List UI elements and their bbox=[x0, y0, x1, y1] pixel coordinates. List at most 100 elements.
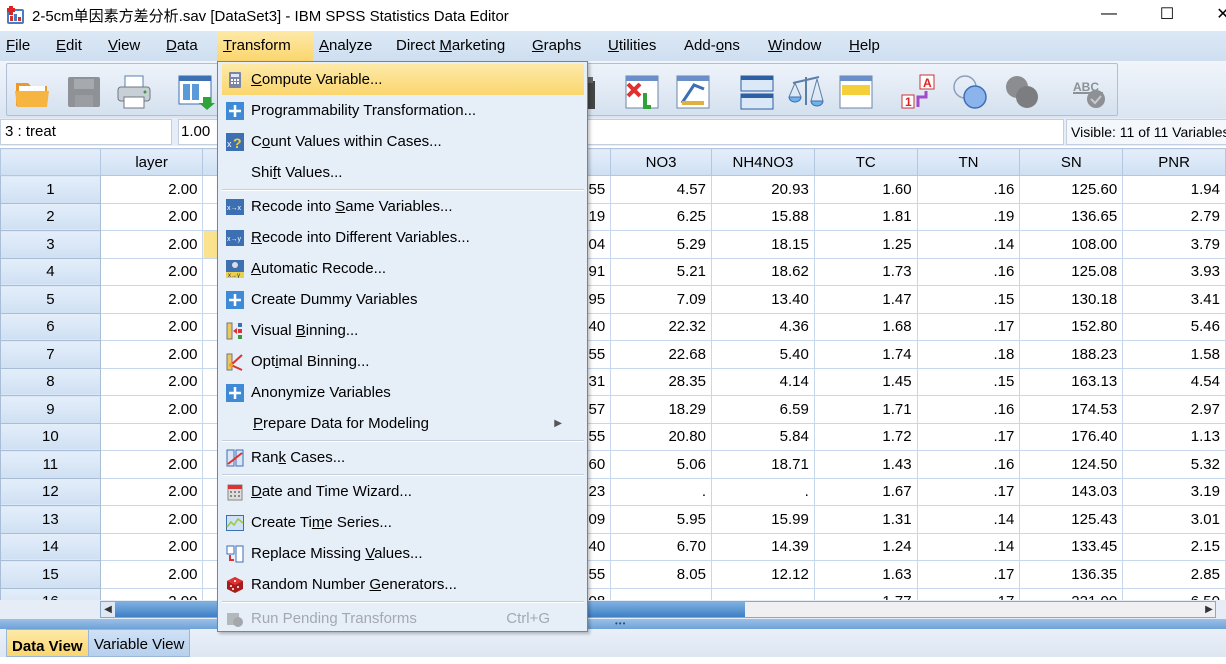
cell-no3[interactable]: 22.32 bbox=[610, 312, 712, 341]
cell-tc[interactable]: 1.73 bbox=[813, 257, 918, 286]
row-header[interactable]: 12 bbox=[0, 477, 101, 506]
cell-tn[interactable]: .17 bbox=[916, 560, 1021, 589]
cell-nh4no3[interactable]: 14.39 bbox=[710, 532, 815, 561]
cell-tc[interactable]: 1.74 bbox=[813, 340, 918, 369]
cell-nh4no3[interactable]: 5.84 bbox=[710, 422, 815, 451]
cell-pnr[interactable]: 5.46 bbox=[1122, 312, 1226, 341]
cell-sn[interactable]: 176.40 bbox=[1019, 422, 1124, 451]
cell-sn[interactable]: 163.13 bbox=[1019, 367, 1124, 396]
menu-item-replace-missing-values[interactable]: Replace Missing Values... bbox=[222, 538, 584, 569]
cell-nh4no3[interactable]: 18.71 bbox=[710, 450, 815, 479]
close-button[interactable]: ✕ bbox=[1200, 0, 1226, 28]
tab-variable-view[interactable]: Variable View bbox=[88, 629, 191, 657]
row-header[interactable]: 16 bbox=[0, 587, 101, 600]
cell-tc[interactable]: 1.24 bbox=[813, 532, 918, 561]
menu-graphs[interactable]: Graphs bbox=[526, 31, 587, 61]
cell-layer[interactable]: 2.00 bbox=[99, 532, 204, 561]
menu-help[interactable]: Help bbox=[843, 31, 886, 61]
menu-item-compute-variable[interactable]: Compute Variable... bbox=[222, 64, 584, 95]
cell-sn[interactable]: 125.60 bbox=[1019, 175, 1124, 204]
column-header-nh4no3[interactable]: NH4NO3 bbox=[710, 148, 815, 176]
cell-pnr[interactable]: 6.50 bbox=[1122, 587, 1226, 600]
cell-tn[interactable]: .19 bbox=[916, 202, 1021, 231]
cell-layer[interactable]: 2.00 bbox=[99, 367, 204, 396]
cell-nh4no3[interactable]: 12.12 bbox=[710, 560, 815, 589]
cell-no3[interactable]: 4.57 bbox=[610, 175, 712, 204]
menu-item-recode-into-different-variables[interactable]: x→y Recode into Different Variables... bbox=[222, 222, 584, 253]
show-all-variables-icon[interactable] bbox=[1003, 73, 1041, 111]
column-header-pnr[interactable]: PNR bbox=[1122, 148, 1226, 176]
cell-pnr[interactable]: 2.79 bbox=[1122, 202, 1226, 231]
cell-pnr[interactable]: 2.85 bbox=[1122, 560, 1226, 589]
cell-sn[interactable]: 125.43 bbox=[1019, 505, 1124, 534]
menu-item-rank-cases[interactable]: Rank Cases... bbox=[222, 442, 584, 473]
cell-layer[interactable]: 2.00 bbox=[99, 422, 204, 451]
cell-tn[interactable]: .16 bbox=[916, 450, 1021, 479]
menu-item-create-time-series[interactable]: Create Time Series... bbox=[222, 507, 584, 538]
cell-pnr[interactable]: 5.32 bbox=[1122, 450, 1226, 479]
cell-no3[interactable]: 18.29 bbox=[610, 395, 712, 424]
row-header[interactable]: 9 bbox=[0, 395, 101, 424]
column-header-layer[interactable]: layer bbox=[99, 148, 204, 176]
cell-sn[interactable]: 221.00 bbox=[1019, 587, 1124, 600]
cell-tn[interactable]: .14 bbox=[916, 230, 1021, 259]
row-header[interactable]: 4 bbox=[0, 257, 101, 286]
cell-pnr[interactable]: 2.15 bbox=[1122, 532, 1226, 561]
cell-tn[interactable]: .18 bbox=[916, 340, 1021, 369]
open-folder-icon[interactable] bbox=[13, 73, 51, 111]
cell-no3[interactable]: 5.06 bbox=[610, 450, 712, 479]
cell-layer[interactable]: 2.00 bbox=[99, 587, 204, 600]
cell-nh4no3[interactable]: 15.99 bbox=[710, 505, 815, 534]
cell-layer[interactable]: 2.00 bbox=[99, 230, 204, 259]
cell-sn[interactable]: 108.00 bbox=[1019, 230, 1124, 259]
cell-tn[interactable]: .17 bbox=[916, 587, 1021, 600]
row-header[interactable]: 3 bbox=[0, 230, 101, 259]
cell-pnr[interactable]: 3.41 bbox=[1122, 285, 1226, 314]
row-header[interactable]: 14 bbox=[0, 532, 101, 561]
cell-tn[interactable]: .15 bbox=[916, 367, 1021, 396]
cell-no3[interactable]: 22.68 bbox=[610, 340, 712, 369]
cell-tn[interactable]: .14 bbox=[916, 532, 1021, 561]
cell-layer[interactable]: 2.00 bbox=[99, 560, 204, 589]
menu-transform[interactable]: Transform bbox=[217, 31, 313, 61]
cell-layer[interactable]: 2.00 bbox=[99, 202, 204, 231]
select-cases-icon[interactable] bbox=[837, 73, 875, 111]
menu-item-visual-binning[interactable]: Visual Binning... bbox=[222, 315, 584, 346]
cell-layer[interactable]: 2.00 bbox=[99, 257, 204, 286]
cell-tc[interactable]: 1.60 bbox=[813, 175, 918, 204]
cell-nh4no3[interactable]: 20.93 bbox=[710, 175, 815, 204]
cell-tn[interactable]: .17 bbox=[916, 477, 1021, 506]
recall-dialog-icon[interactable] bbox=[177, 73, 215, 111]
cell-tc[interactable]: 1.67 bbox=[813, 477, 918, 506]
cell-tc[interactable]: 1.72 bbox=[813, 422, 918, 451]
row-header[interactable]: 7 bbox=[0, 340, 101, 369]
cell-nh4no3[interactable]: 18.15 bbox=[710, 230, 815, 259]
menu-view[interactable]: View bbox=[102, 31, 146, 61]
cell-pnr[interactable]: 3.19 bbox=[1122, 477, 1226, 506]
save-icon[interactable] bbox=[65, 73, 103, 111]
horizontal-scrollbar[interactable]: ◀ ▶ bbox=[0, 600, 1226, 619]
use-sets-icon[interactable] bbox=[951, 73, 989, 111]
menu-item-random-number-generators[interactable]: Random Number Generators... bbox=[222, 569, 584, 600]
print-icon[interactable] bbox=[115, 73, 153, 111]
row-header[interactable]: 5 bbox=[0, 285, 101, 314]
cell-tc[interactable]: 1.77 bbox=[813, 587, 918, 600]
row-header[interactable]: 1 bbox=[0, 175, 101, 204]
row-header[interactable]: 6 bbox=[0, 312, 101, 341]
cell-pnr[interactable]: 4.54 bbox=[1122, 367, 1226, 396]
cell-no3[interactable]: 5.29 bbox=[610, 230, 712, 259]
row-header[interactable]: 15 bbox=[0, 560, 101, 589]
cell-no3[interactable]: . bbox=[610, 477, 712, 506]
menu-direct-marketing[interactable]: Direct Marketing bbox=[390, 31, 511, 61]
cell-tc[interactable]: 1.81 bbox=[813, 202, 918, 231]
column-header-tc[interactable]: TC bbox=[813, 148, 918, 176]
cell-pnr[interactable]: 3.93 bbox=[1122, 257, 1226, 286]
cell-nh4no3[interactable]: 15.88 bbox=[710, 202, 815, 231]
menu-item-programmability-transformation[interactable]: Programmability Transformation... bbox=[222, 95, 584, 126]
cell-tc[interactable]: 1.25 bbox=[813, 230, 918, 259]
cell-tn[interactable]: .17 bbox=[916, 312, 1021, 341]
cell-sn[interactable]: 152.80 bbox=[1019, 312, 1124, 341]
cell-tn[interactable]: .16 bbox=[916, 395, 1021, 424]
menu-file[interactable]: File bbox=[0, 31, 36, 61]
cell-sn[interactable]: 136.65 bbox=[1019, 202, 1124, 231]
